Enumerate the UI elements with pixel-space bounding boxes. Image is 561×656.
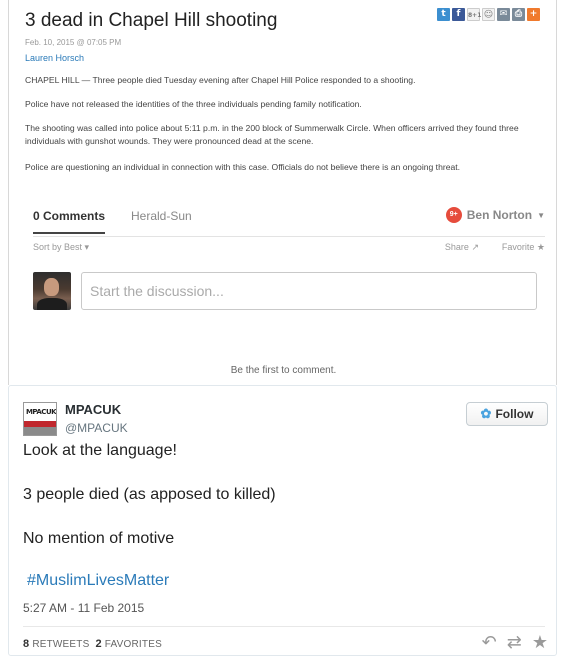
twitter-bird-icon: ✿ [480,406,492,421]
tab-herald-sun[interactable]: Herald-Sun [131,209,192,223]
article-card: 3 dead in Chapel Hill shooting t f 8+1 ☺ ✉ ⎙ +… [8,0,557,385]
favorite-label: Favorite [501,242,535,252]
share-icons: t f 8+1 ☺ ✉ ⎙ + [437,8,540,21]
article-date: Feb. 10, 2015 @ 07:05 PM [25,38,122,47]
logo-text: MPACUK [24,403,56,421]
tweet-text-line: Look at the language! [23,442,177,459]
favorite-star-icon[interactable]: ★ [532,632,548,653]
article-author-link[interactable]: Lauren Horsch [25,53,84,63]
chevron-down-icon: ▾ [84,242,90,252]
comments-tabs: 0 Comments Herald-Sun 9+ Ben Norton ▼ [33,207,545,237]
print-icon[interactable]: ⎙ [512,8,525,21]
follow-label: Follow [495,407,534,421]
facebook-icon[interactable]: f [452,8,465,21]
divider [23,626,545,627]
twitter-icon[interactable]: t [437,8,450,21]
discussion-input[interactable] [81,272,537,310]
avatar [33,272,71,310]
more-icon[interactable]: + [527,8,540,21]
favorites-label[interactable]: FAVORITES [105,639,162,650]
article-paragraph: Police have not released the identities … [25,99,362,109]
favorites-count[interactable]: 2 [95,638,101,650]
share-button[interactable]: Share ↗ [445,242,479,253]
hashtag-link[interactable]: #MuslimLivesMatter [27,572,169,590]
tweet-author-handle[interactable]: @MPACUK [65,421,128,435]
retweets-count[interactable]: 8 [23,638,29,650]
tweet-stats: 8 RETWEETS 2 FAVORITES [23,638,162,650]
share-label: Share [444,242,469,252]
retweet-icon[interactable]: ⇄ [507,632,522,653]
mpacuk-logo: MPACUK [23,402,57,436]
article-paragraph: The shooting was called into police abou… [25,123,519,146]
notification-badge[interactable]: 9+ [445,207,462,223]
tweet-timestamp[interactable]: 5:27 AM - 11 Feb 2015 [23,601,144,615]
logo-bottom [24,427,56,435]
reply-icon[interactable]: ↶ [482,632,497,653]
user-menu[interactable]: 9+ Ben Norton ▼ [445,207,545,223]
article-paragraph: CHAPEL HILL — Three people died Tuesday … [25,75,416,85]
sort-label: Sort by Best [33,242,83,252]
tweet-actions: ↶ ⇄ ★ [482,632,548,653]
tab-comments[interactable]: 0 Comments [33,209,106,234]
favorite-button[interactable]: Favorite ★ [502,242,545,253]
share-icon: ↗ [471,242,479,252]
chevron-down-icon[interactable]: ▼ [537,211,545,220]
empty-comments-message: Be the first to comment. [230,365,337,376]
email-icon[interactable]: ✉ [497,8,510,21]
googleplus-icon[interactable]: 8+1 [467,8,481,21]
article-paragraph: Police are questioning an individual in … [25,162,461,172]
tweet-text-line: No mention of motive [23,530,175,547]
reddit-icon[interactable]: ☺ [482,8,495,21]
tweet-text-line: 3 people died (as apposed to killed) [23,486,276,503]
follow-button[interactable]: ✿ Follow [466,402,548,426]
user-name[interactable]: Ben Norton [467,208,532,222]
tweet-author-name[interactable]: MPACUK [65,402,121,417]
star-icon: ★ [536,242,545,252]
article-title: 3 dead in Chapel Hill shooting [25,10,278,31]
retweets-label[interactable]: RETWEETS [32,639,89,650]
sort-row: Sort by Best ▾ Share ↗ Favorite ★ [33,242,545,256]
sort-dropdown[interactable]: Sort by Best ▾ [33,242,89,253]
embedded-tweet: MPACUK MPACUK @MPACUK ✿ Follow Look at t… [8,385,557,656]
